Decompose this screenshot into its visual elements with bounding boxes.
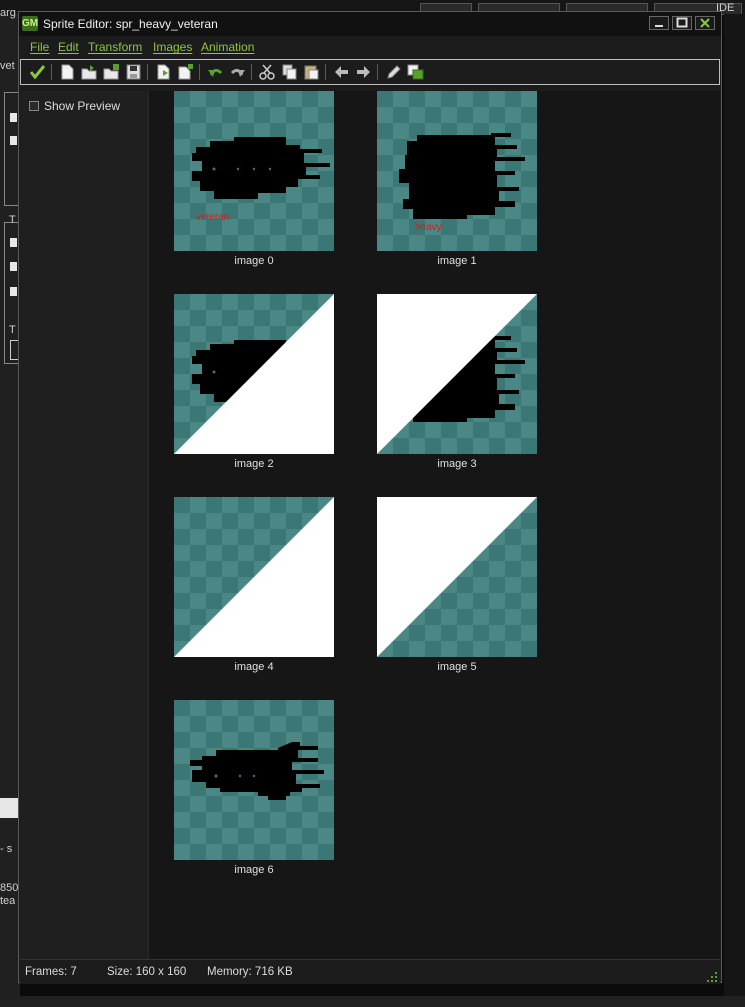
tank-sprite bbox=[377, 294, 537, 454]
menu-images[interactable]: Images bbox=[153, 40, 192, 54]
cut-icon[interactable] bbox=[259, 64, 276, 80]
show-preview-checkbox[interactable] bbox=[29, 101, 39, 111]
frame-label: image 5 bbox=[437, 661, 477, 673]
menu-edit[interactable]: Edit bbox=[58, 40, 79, 54]
tank-sprite bbox=[190, 742, 324, 800]
move-left-icon[interactable] bbox=[333, 64, 350, 80]
frame-label: image 1 bbox=[437, 255, 477, 267]
toolbar-separator bbox=[377, 64, 378, 80]
toolbar-separator bbox=[147, 64, 148, 80]
sprite-overlay-text: heavy bbox=[415, 222, 442, 233]
move-right-icon[interactable] bbox=[355, 64, 372, 80]
window-title: Sprite Editor: spr_heavy_veteran bbox=[43, 17, 218, 31]
background-checkbox bbox=[10, 287, 17, 296]
tank-sprite bbox=[192, 137, 330, 199]
toolbar-separator bbox=[199, 64, 200, 80]
confirm-check-icon[interactable] bbox=[29, 64, 46, 80]
status-size: Size: 160 x 160 bbox=[107, 966, 187, 978]
menu-transform[interactable]: Transform bbox=[88, 40, 142, 54]
redo-icon[interactable] bbox=[229, 64, 246, 80]
save-icon[interactable] bbox=[125, 64, 142, 80]
frame-thumbnail[interactable] bbox=[174, 497, 334, 657]
new-sprite-icon[interactable] bbox=[59, 64, 76, 80]
tank-sprite bbox=[399, 133, 525, 219]
toolbar-separator bbox=[51, 64, 52, 80]
insert-image-icon[interactable] bbox=[155, 64, 172, 80]
menu-file[interactable]: File bbox=[30, 40, 49, 54]
background-fragment: T bbox=[9, 324, 16, 336]
close-icon[interactable] bbox=[695, 16, 715, 30]
wipe-mask bbox=[174, 497, 334, 657]
left-panel: Show Preview bbox=[20, 91, 148, 959]
resize-grip-icon[interactable] bbox=[707, 971, 717, 982]
toolbar-separator bbox=[251, 64, 252, 80]
frame-thumbnail[interactable] bbox=[377, 294, 537, 454]
edit-pencil-icon[interactable] bbox=[385, 64, 402, 80]
frame-label: image 6 bbox=[234, 864, 274, 876]
sprite-editor-window: GM Sprite Editor: spr_heavy_veteran File… bbox=[18, 11, 722, 984]
background-fragment: vet bbox=[0, 60, 15, 72]
tank-sprite bbox=[174, 294, 334, 454]
frame-thumbnail[interactable] bbox=[174, 294, 334, 454]
background-checkbox bbox=[10, 238, 17, 247]
background-checkbox bbox=[10, 113, 17, 122]
background-taskbar bbox=[0, 996, 745, 1007]
window-titlebar[interactable]: GM Sprite Editor: spr_heavy_veteran bbox=[19, 12, 721, 36]
background-fragment: 850 bbox=[0, 882, 19, 894]
copy-icon[interactable] bbox=[281, 64, 298, 80]
frame-thumbnail[interactable] bbox=[377, 497, 537, 657]
show-preview-label[interactable]: Show Preview bbox=[44, 99, 120, 113]
minimize-icon[interactable] bbox=[649, 16, 669, 30]
background-fragment: arg bbox=[0, 7, 16, 19]
maximize-icon[interactable] bbox=[672, 16, 692, 30]
sprite-overlay-text: veteran bbox=[196, 212, 230, 223]
frame-label: image 0 bbox=[234, 255, 274, 267]
background-checkbox bbox=[10, 262, 17, 271]
status-memory: Memory: 716 KB bbox=[207, 966, 293, 978]
background-checkbox bbox=[10, 136, 17, 145]
colors-icon[interactable] bbox=[407, 64, 424, 80]
status-frames: Frames: 7 bbox=[25, 966, 77, 978]
menu-animation[interactable]: Animation bbox=[201, 40, 254, 54]
frame-thumbnail[interactable]: veteran bbox=[174, 91, 334, 251]
frame-label: image 2 bbox=[234, 458, 274, 470]
toolbar-separator bbox=[325, 64, 326, 80]
open-file-icon[interactable] bbox=[81, 64, 98, 80]
gamemaker-logo-icon: GM bbox=[22, 16, 39, 31]
background-fragment: T bbox=[9, 214, 16, 226]
frame-thumbnail[interactable]: heavy bbox=[377, 91, 537, 251]
background-fragment: tea bbox=[0, 895, 16, 907]
frame-label: image 3 bbox=[437, 458, 477, 470]
menu-bar: File Edit Transform Images Animation bbox=[19, 36, 721, 58]
frame-label: image 4 bbox=[234, 661, 274, 673]
background-fragment: - s bbox=[0, 843, 13, 855]
frame-grid: veteran image 0 heavy image 1 image 2 im… bbox=[149, 91, 720, 959]
add-from-file-icon[interactable] bbox=[103, 64, 120, 80]
undo-icon[interactable] bbox=[207, 64, 224, 80]
frame-thumbnail[interactable] bbox=[174, 700, 334, 860]
background-panel-band bbox=[0, 798, 20, 818]
toolbar bbox=[20, 59, 720, 85]
wipe-mask bbox=[377, 497, 537, 657]
status-bar: Frames: 7 Size: 160 x 160 Memory: 716 KB bbox=[20, 959, 720, 984]
add-image-icon[interactable] bbox=[177, 64, 194, 80]
paste-icon[interactable] bbox=[303, 64, 320, 80]
background-ide-rightpanel bbox=[724, 14, 745, 1007]
